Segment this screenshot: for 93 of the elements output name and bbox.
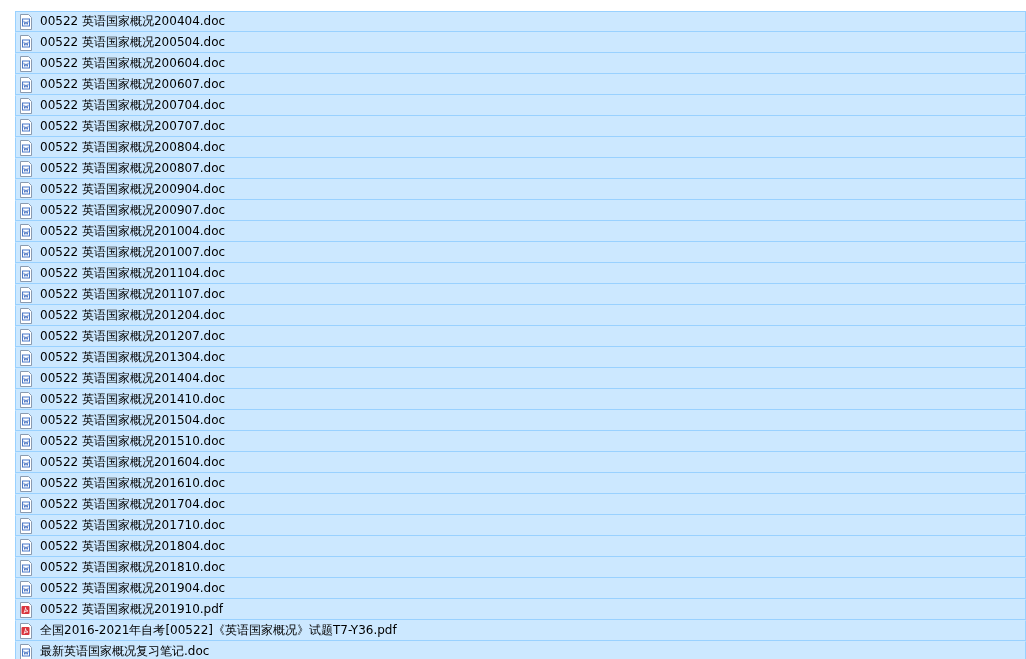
document-icon — [19, 370, 33, 387]
file-name: 最新英语国家概况复习笔记.doc — [40, 643, 210, 659]
file-row[interactable]: 00522 英语国家概况201610.doc — [15, 473, 1026, 494]
file-row[interactable]: 00522 英语国家概况201704.doc — [15, 494, 1026, 515]
file-row[interactable]: 00522 英语国家概况200404.doc — [15, 11, 1026, 32]
file-row[interactable]: 00522 英语国家概况201204.doc — [15, 305, 1026, 326]
document-icon — [19, 97, 33, 114]
document-icon — [19, 496, 33, 513]
document-icon — [19, 559, 33, 576]
file-name: 00522 英语国家概况201510.doc — [40, 433, 226, 450]
file-row[interactable]: 00522 英语国家概况200907.doc — [15, 200, 1026, 221]
document-icon — [19, 475, 33, 492]
file-row[interactable]: 00522 英语国家概况200604.doc — [15, 53, 1026, 74]
document-icon — [19, 538, 33, 555]
document-icon — [19, 76, 33, 93]
file-name: 00522 英语国家概况200504.doc — [40, 34, 226, 51]
file-row[interactable]: 00522 英语国家概况200807.doc — [15, 158, 1026, 179]
file-row[interactable]: 00522 英语国家概况201504.doc — [15, 410, 1026, 431]
document-icon — [19, 34, 33, 51]
document-icon — [19, 391, 33, 408]
file-row[interactable]: 全国2016-2021年自考[00522]《英语国家概况》试题T7-Y36.pdf — [15, 620, 1026, 641]
file-row[interactable]: 00522 英语国家概况201107.doc — [15, 284, 1026, 305]
file-row[interactable]: 00522 英语国家概况200504.doc — [15, 32, 1026, 53]
file-name: 00522 英语国家概况201104.doc — [40, 265, 226, 282]
file-name: 00522 英语国家概况201704.doc — [40, 496, 226, 513]
file-row[interactable]: 00522 英语国家概况201904.doc — [15, 578, 1026, 599]
file-name: 00522 英语国家概况200904.doc — [40, 181, 226, 198]
file-name: 00522 英语国家概况201604.doc — [40, 454, 226, 471]
file-name: 00522 英语国家概况200807.doc — [40, 160, 226, 177]
document-icon — [19, 433, 33, 450]
file-row[interactable]: 00522 英语国家概况200804.doc — [15, 137, 1026, 158]
file-name: 00522 英语国家概况201404.doc — [40, 370, 226, 387]
file-name: 00522 英语国家概况201710.doc — [40, 517, 226, 534]
file-name: 00522 英语国家概况200404.doc — [40, 13, 226, 30]
file-name: 00522 英语国家概况200707.doc — [40, 118, 226, 135]
file-row[interactable]: 00522 英语国家概况200707.doc — [15, 116, 1026, 137]
file-row[interactable]: 00522 英语国家概况201810.doc — [15, 557, 1026, 578]
file-name: 00522 英语国家概况201910.pdf — [40, 601, 224, 618]
document-icon — [19, 307, 33, 324]
file-name: 00522 英语国家概况200804.doc — [40, 139, 226, 156]
file-name: 00522 英语国家概况201007.doc — [40, 244, 226, 261]
file-name: 00522 英语国家概况200607.doc — [40, 76, 226, 93]
document-icon — [19, 643, 33, 659]
file-row[interactable]: 00522 英语国家概况201004.doc — [15, 221, 1026, 242]
file-row[interactable]: 00522 英语国家概况201104.doc — [15, 263, 1026, 284]
file-name: 00522 英语国家概况201804.doc — [40, 538, 226, 555]
file-row[interactable]: 00522 英语国家概况201007.doc — [15, 242, 1026, 263]
document-icon — [19, 202, 33, 219]
document-icon — [19, 580, 33, 597]
document-icon — [19, 349, 33, 366]
file-name: 00522 英语国家概况201504.doc — [40, 412, 226, 429]
file-row[interactable]: 00522 英语国家概况201207.doc — [15, 326, 1026, 347]
file-name: 00522 英语国家概况201610.doc — [40, 475, 226, 492]
file-name: 00522 英语国家概况201204.doc — [40, 307, 226, 324]
file-row[interactable]: 00522 英语国家概况201910.pdf — [15, 599, 1026, 620]
document-icon — [19, 328, 33, 345]
document-icon — [19, 454, 33, 471]
document-icon — [19, 286, 33, 303]
file-row[interactable]: 00522 英语国家概况201304.doc — [15, 347, 1026, 368]
file-row[interactable]: 00522 英语国家概况201510.doc — [15, 431, 1026, 452]
file-row[interactable]: 最新英语国家概况复习笔记.doc — [15, 641, 1026, 659]
file-row[interactable]: 00522 英语国家概况201804.doc — [15, 536, 1026, 557]
file-row[interactable]: 00522 英语国家概况201404.doc — [15, 368, 1026, 389]
file-row[interactable]: 00522 英语国家概况201410.doc — [15, 389, 1026, 410]
document-icon — [19, 265, 33, 282]
file-name: 00522 英语国家概况201410.doc — [40, 391, 226, 408]
file-name: 00522 英语国家概况201207.doc — [40, 328, 226, 345]
document-icon — [19, 223, 33, 240]
file-row[interactable]: 00522 英语国家概况200704.doc — [15, 95, 1026, 116]
document-icon — [19, 181, 33, 198]
pdf-icon — [19, 601, 33, 618]
file-name: 00522 英语国家概况201004.doc — [40, 223, 226, 240]
file-name: 00522 英语国家概况200704.doc — [40, 97, 226, 114]
file-row[interactable]: 00522 英语国家概况200607.doc — [15, 74, 1026, 95]
document-icon — [19, 517, 33, 534]
file-row[interactable]: 00522 英语国家概况201710.doc — [15, 515, 1026, 536]
document-icon — [19, 412, 33, 429]
file-row[interactable]: 00522 英语国家概况201604.doc — [15, 452, 1026, 473]
file-name: 00522 英语国家概况201107.doc — [40, 286, 226, 303]
file-name: 00522 英语国家概况200907.doc — [40, 202, 226, 219]
file-name: 00522 英语国家概况201304.doc — [40, 349, 226, 366]
file-row[interactable]: 00522 英语国家概况200904.doc — [15, 179, 1026, 200]
file-name: 00522 英语国家概况201904.doc — [40, 580, 226, 597]
document-icon — [19, 160, 33, 177]
document-icon — [19, 55, 33, 72]
file-name: 00522 英语国家概况201810.doc — [40, 559, 226, 576]
file-name: 00522 英语国家概况200604.doc — [40, 55, 226, 72]
file-name: 全国2016-2021年自考[00522]《英语国家概况》试题T7-Y36.pdf — [40, 622, 397, 639]
pdf-icon — [19, 622, 33, 639]
document-icon — [19, 118, 33, 135]
document-icon — [19, 244, 33, 261]
document-icon — [19, 139, 33, 156]
document-icon — [19, 13, 33, 30]
